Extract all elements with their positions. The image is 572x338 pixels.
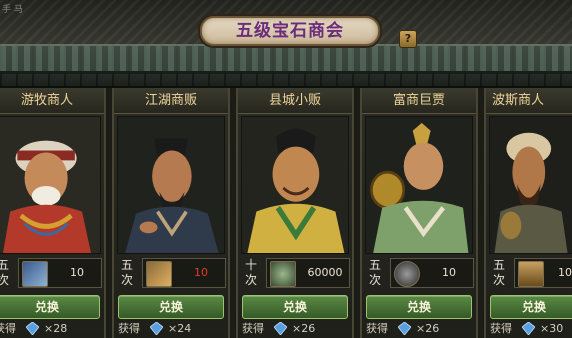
gain-label: 获得 bbox=[242, 322, 264, 335]
gain-label: 获得 bbox=[490, 322, 512, 335]
cost-box: 10 bbox=[390, 258, 474, 288]
exchange-button[interactable]: 兑换 bbox=[490, 295, 572, 319]
exchange-button[interactable]: 兑换 bbox=[0, 295, 100, 319]
exchange-button[interactable]: 兑换 bbox=[366, 295, 472, 319]
exchange-times: 五次 bbox=[120, 258, 133, 287]
blue-gem-icon bbox=[398, 322, 411, 335]
gain-count: ×26 bbox=[416, 322, 440, 335]
gain-count: ×26 bbox=[292, 322, 316, 335]
merchant-portrait bbox=[489, 116, 572, 254]
merchant-portrait bbox=[117, 116, 225, 254]
blue-gem-icon bbox=[26, 322, 39, 335]
stone-icon bbox=[394, 261, 420, 287]
merchant-name: 富商巨贾 bbox=[392, 93, 445, 108]
cost-box: 10 bbox=[142, 258, 226, 288]
gain-row: 获得 ×24 bbox=[114, 320, 228, 338]
cost-box: 10 bbox=[514, 258, 572, 288]
blue-gem-icon bbox=[274, 322, 287, 335]
gain-row: 获得 ×30 bbox=[486, 320, 572, 338]
jar-icon bbox=[518, 261, 544, 287]
exchange-times: 五次 bbox=[492, 258, 505, 287]
cost-box: 60000 bbox=[266, 258, 350, 288]
gain-row: 获得 ×26 bbox=[238, 320, 352, 338]
merchant-card-3: 县城小贩 十次 60000 兑换 获得 ×26 bbox=[236, 88, 354, 338]
card-header: 波斯商人 bbox=[486, 88, 572, 114]
gain-label: 获得 bbox=[366, 322, 388, 335]
merchant-portrait bbox=[241, 116, 349, 254]
merchant-portrait bbox=[365, 116, 473, 254]
card-header: 县城小贩 bbox=[238, 88, 352, 114]
merchant-card-2: 江湖商贩 五次 10 兑换 获得 ×24 bbox=[112, 88, 230, 338]
merchant-name: 波斯商人 bbox=[492, 93, 545, 108]
cost-quantity: 10 bbox=[442, 266, 456, 279]
roof-tiles bbox=[0, 44, 572, 74]
county-peddler-illustration bbox=[242, 117, 348, 253]
exchange-times: 十次 bbox=[244, 258, 257, 287]
gain-count: ×28 bbox=[44, 322, 68, 335]
cost-quantity: 60000 bbox=[307, 266, 343, 279]
exchange-button[interactable]: 兑换 bbox=[242, 295, 348, 319]
merchant-name: 江湖商贩 bbox=[144, 93, 197, 108]
page-title: 五级宝石商会 bbox=[236, 21, 344, 41]
cost-quantity: 10 bbox=[194, 266, 208, 279]
herb-icon bbox=[270, 261, 296, 287]
gain-label: 获得 bbox=[0, 322, 16, 335]
merchant-card-5: 波斯商人 五次 10 兑换 获得 ×30 bbox=[484, 88, 572, 338]
card-header: 江湖商贩 bbox=[114, 88, 228, 114]
scroll-icon bbox=[22, 261, 48, 287]
exchange-button[interactable]: 兑换 bbox=[118, 295, 224, 319]
cost-quantity: 10 bbox=[70, 266, 84, 279]
jianghu-merchant-illustration bbox=[118, 117, 224, 253]
help-button[interactable]: ? bbox=[399, 30, 417, 48]
blue-gem-icon bbox=[522, 322, 535, 335]
rich-merchant-illustration bbox=[366, 117, 472, 253]
nomad-merchant-illustration bbox=[0, 117, 100, 253]
exchange-times: 五次 bbox=[368, 258, 381, 287]
merchant-card-4: 富商巨贾 五次 10 兑换 获得 ×26 bbox=[360, 88, 478, 338]
gain-count: ×24 bbox=[168, 322, 192, 335]
merchant-name: 县城小贩 bbox=[268, 93, 321, 108]
gain-row: 获得 ×28 bbox=[0, 320, 104, 338]
cost-box: 10 bbox=[18, 258, 102, 288]
blue-gem-icon bbox=[150, 322, 163, 335]
card-header: 游牧商人 bbox=[0, 88, 104, 114]
merchant-card-1: 游牧商人 五次 10 兑换 获得 ×28 bbox=[0, 88, 106, 338]
gain-count: ×30 bbox=[540, 322, 564, 335]
merchant-name: 游牧商人 bbox=[20, 93, 73, 108]
merchant-portrait bbox=[0, 116, 101, 254]
scroll-icon bbox=[146, 261, 172, 287]
cost-quantity: 10 bbox=[558, 266, 572, 279]
persian-merchant-illustration bbox=[490, 117, 572, 253]
card-header: 富商巨贾 bbox=[362, 88, 476, 114]
gain-row: 获得 ×26 bbox=[362, 320, 476, 338]
gain-label: 获得 bbox=[118, 322, 140, 335]
title-plate: 五级宝石商会 bbox=[200, 16, 380, 46]
exchange-times: 五次 bbox=[0, 258, 9, 287]
corner-text: 手 马 bbox=[2, 5, 23, 15]
